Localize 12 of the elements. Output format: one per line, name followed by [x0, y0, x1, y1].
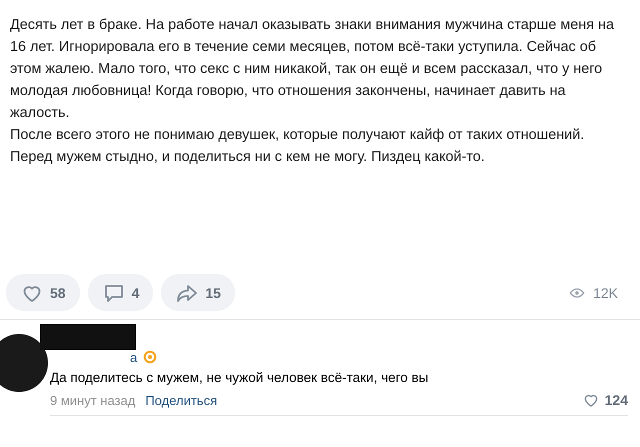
action-button[interactable]: 15 — [161, 274, 235, 311]
comment-author[interactable]: а — [130, 350, 138, 364]
view-count: 12K — [593, 284, 618, 300]
share-link[interactable]: Поделиться — [145, 392, 218, 408]
post-text: Десять лет в браке. На работе начал оказывать знаки внимания мужчина старше меня на 16 лет. Игнорировала его в течение семи месяцев, потом всё-таки уступила. Сейчас об этом жалею. Мало того, что секс с ним никакой, так он ещё и всем рассказал, что у него молодая любовница! Когда говорю, что отношения закончены, начинает давить на жалость. — [10, 16, 615, 123]
action-button[interactable]: 4 — [88, 274, 154, 311]
comment-text: Да поделитесь с мужем, не чужой человек всё-таки, чего вы — [50, 370, 430, 385]
action-button[interactable]: 58 — [6, 274, 80, 311]
avatar — [0, 334, 48, 392]
post-text: После всего этого не понимаю девушек, которые получают кайф от таких отношений. Перед мужем стыдно, и поделиться ни с кем не могу. Пиздец какой-то. — [10, 126, 586, 167]
comment-like-button[interactable]: 124 — [582, 391, 628, 409]
comment-time: 9 минут назад — [50, 392, 136, 408]
